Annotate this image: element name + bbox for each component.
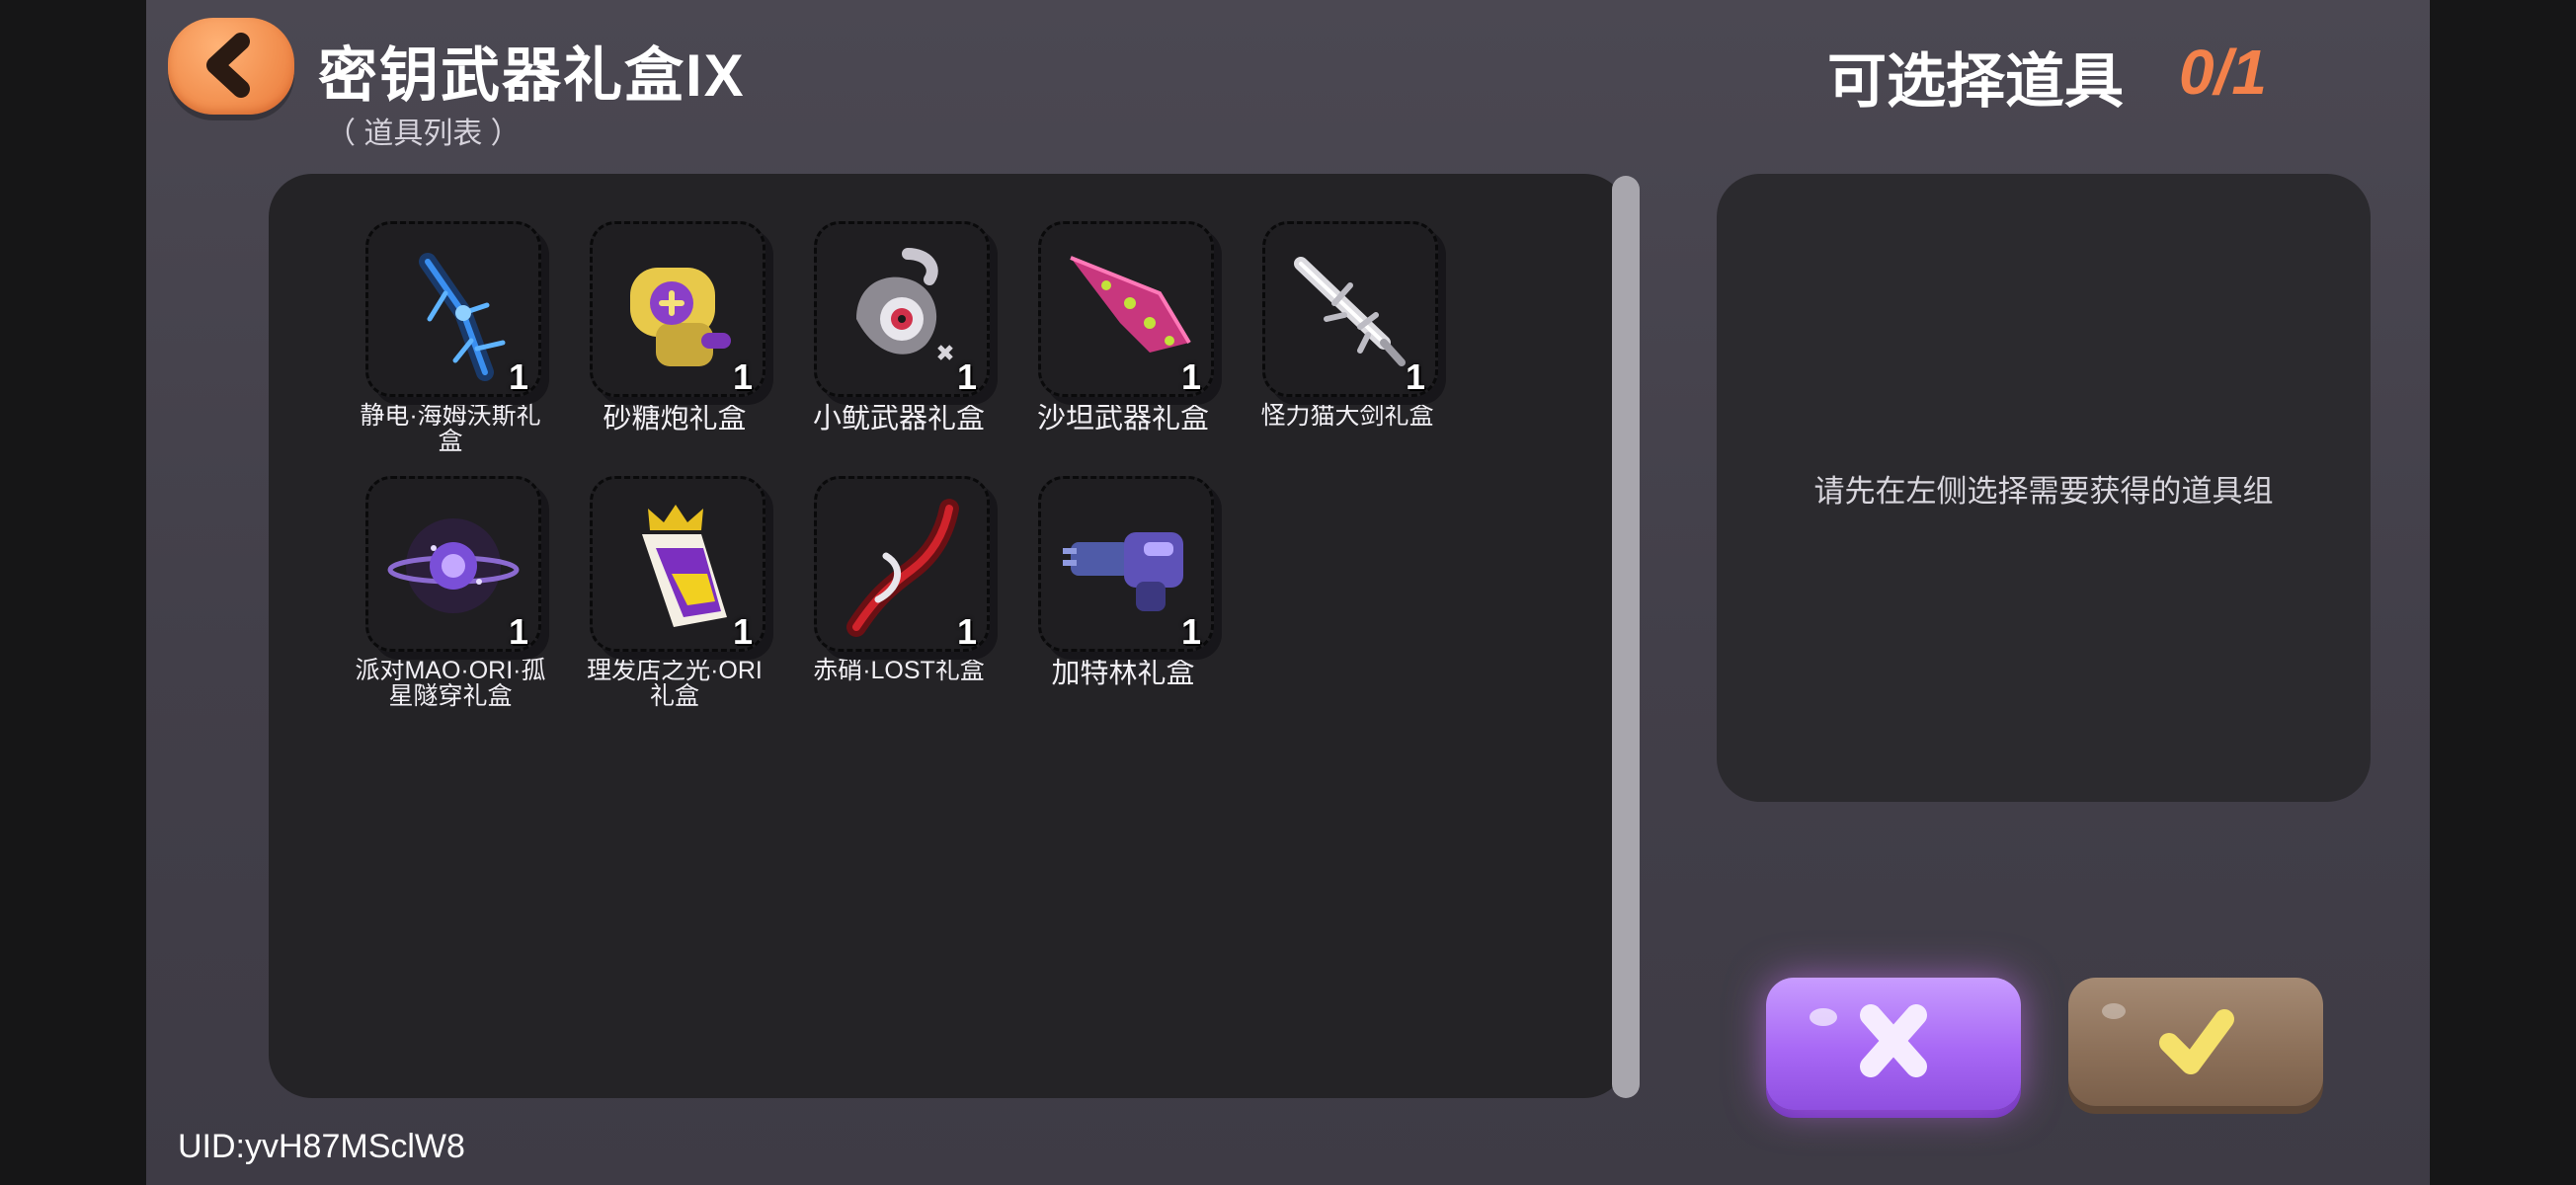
item-name: 静电·海姆沃斯礼盒	[360, 402, 541, 455]
item-card[interactable]: 1 加特林礼盒	[1026, 476, 1220, 689]
item-quantity: 1	[1180, 611, 1201, 652]
item-name: 派对MAO·ORI·孤星隧穿礼盒	[355, 657, 546, 710]
item-tile: 1	[1038, 221, 1214, 397]
back-button[interactable]	[168, 18, 294, 115]
item-name: 怪力猫大剑礼盒	[1260, 402, 1434, 430]
item-tile: 1	[365, 221, 541, 397]
item-name: 赤硝·LOST礼盒	[813, 657, 985, 684]
item-tile: 1	[814, 476, 990, 652]
page-title: 密钥武器礼盒IX	[318, 42, 746, 109]
item-card[interactable]: 1 派对MAO·ORI·孤星隧穿礼盒	[354, 476, 547, 709]
item-card[interactable]: 1 理发店之光·ORI礼盒	[578, 476, 771, 709]
item-quantity: 1	[508, 611, 528, 652]
item-quantity: 1	[956, 611, 977, 652]
right-letterbox	[2430, 0, 2576, 1185]
selectable-label: 可选择道具	[1827, 48, 2124, 115]
item-quantity: 1	[508, 356, 528, 397]
user-id-label: UID:yvH87MSclW8	[178, 1128, 465, 1165]
detail-hint: 请先在左侧选择需要获得的道具组	[1813, 474, 2274, 509]
item-card[interactable]: 1 砂糖炮礼盒	[578, 221, 771, 434]
checkmark-icon	[2102, 1003, 2234, 1074]
item-name: 理发店之光·ORI礼盒	[587, 657, 763, 710]
item-tile: 1	[590, 221, 765, 397]
item-tile: 1	[365, 476, 541, 652]
page-subtitle: （ 道具列表 ）	[326, 118, 521, 150]
item-quantity: 1	[732, 356, 753, 397]
selectable-count: 0/1	[2179, 37, 2267, 108]
item-quantity: 1	[956, 356, 977, 397]
cancel-button[interactable]	[1766, 978, 2021, 1110]
item-card[interactable]: 1 小鱿武器礼盒	[802, 221, 996, 434]
item-name: 砂糖炮礼盒	[603, 403, 747, 434]
item-tile: 1	[1262, 221, 1438, 397]
item-name: 小鱿武器礼盒	[812, 403, 985, 434]
item-tile: 1	[1038, 476, 1214, 652]
confirm-button[interactable]	[2068, 978, 2323, 1106]
item-tile: 1	[814, 221, 990, 397]
item-card[interactable]: 1 沙坦武器礼盒	[1026, 221, 1220, 434]
item-quantity: 1	[1405, 356, 1425, 397]
close-icon	[1810, 1004, 1927, 1077]
item-tile: 1	[590, 476, 765, 652]
item-quantity: 1	[1180, 356, 1201, 397]
item-quantity: 1	[732, 611, 753, 652]
item-card[interactable]: 1 赤硝·LOST礼盒	[802, 476, 996, 683]
left-letterbox	[0, 0, 146, 1185]
item-detail-panel: 请先在左侧选择需要获得的道具组	[1717, 174, 2371, 802]
item-name: 加特林礼盒	[1051, 658, 1195, 689]
item-card[interactable]: 1 静电·海姆沃斯礼盒	[354, 221, 547, 454]
list-scrollbar[interactable]	[1612, 176, 1640, 1098]
item-name: 沙坦武器礼盒	[1036, 403, 1209, 434]
chevron-left-icon	[206, 33, 250, 98]
item-card[interactable]: 1 怪力猫大剑礼盒	[1250, 221, 1444, 429]
